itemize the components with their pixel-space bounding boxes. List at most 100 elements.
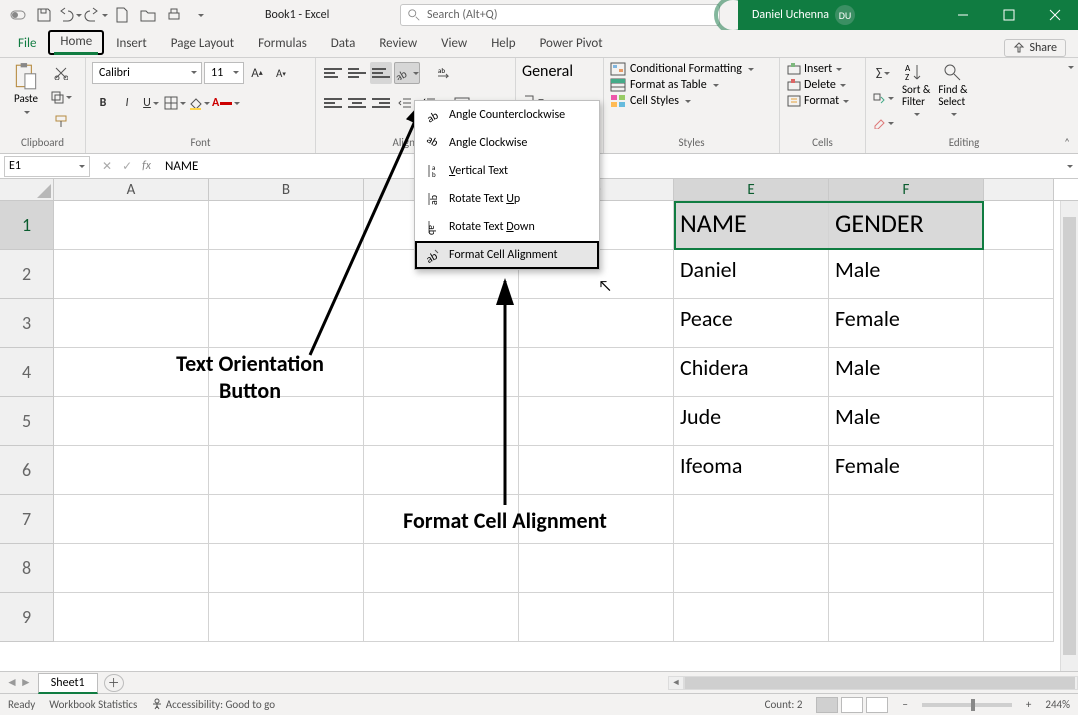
borders-button[interactable] — [164, 92, 186, 114]
row-6-header[interactable]: 6 — [0, 446, 54, 495]
avatar[interactable]: DU — [835, 5, 855, 25]
tab-data[interactable]: Data — [319, 32, 368, 57]
col-G[interactable] — [984, 179, 1054, 200]
format-as-table-button[interactable]: Format as Table — [610, 78, 754, 92]
close-button[interactable] — [1032, 0, 1078, 30]
paste-dropdown[interactable] — [22, 105, 30, 118]
sheet-nav-next[interactable]: ► — [20, 675, 32, 690]
page-layout-view-button[interactable] — [841, 697, 863, 713]
cancel-formula-icon[interactable]: ✕ — [102, 159, 112, 174]
row-8-header[interactable]: 8 — [0, 544, 54, 593]
zoom-in-button[interactable]: + — [1026, 698, 1031, 711]
cell-styles-button[interactable]: Cell Styles — [610, 94, 754, 108]
sheet-nav-prev[interactable]: ◄ — [6, 675, 18, 690]
decrease-indent-button[interactable] — [394, 92, 416, 114]
new-file-icon[interactable] — [110, 3, 134, 27]
hscroll-left[interactable]: ◄ — [668, 676, 684, 690]
tab-formulas[interactable]: Formulas — [246, 32, 319, 57]
qat-more[interactable] — [188, 3, 212, 27]
formula-input[interactable] — [161, 159, 1060, 174]
normal-view-button[interactable] — [816, 697, 838, 713]
align-center-button[interactable] — [346, 92, 368, 114]
vertical-scrollbar[interactable] — [1060, 201, 1078, 671]
expand-formula-bar[interactable] — [1060, 159, 1078, 173]
sort-filter-button[interactable]: AZ Sort &Filter — [902, 62, 930, 120]
row-7-header[interactable]: 7 — [0, 495, 54, 544]
tab-home[interactable]: Home — [48, 30, 104, 55]
share-button[interactable]: Share — [1004, 39, 1066, 57]
bold-button[interactable]: B — [92, 92, 114, 114]
horizontal-scrollbar[interactable]: ◄ ► — [668, 675, 1078, 691]
maximize-button[interactable] — [986, 0, 1032, 30]
copy-button[interactable] — [50, 86, 72, 108]
select-all-corner[interactable] — [0, 179, 54, 200]
align-middle-button[interactable] — [346, 62, 368, 84]
save-icon[interactable] — [32, 3, 56, 27]
worksheet-grid[interactable]: 1 NAME GENDER 2 Daniel Male 3 Peace Fema… — [0, 201, 1078, 671]
insert-function-icon[interactable]: fx — [142, 159, 151, 173]
font-color-button[interactable]: A — [212, 92, 240, 114]
row-4-header[interactable]: 4 — [0, 348, 54, 397]
row-3-header[interactable]: 3 — [0, 299, 54, 348]
collapse-ribbon-button[interactable]: ˄ — [1064, 136, 1070, 149]
page-break-view-button[interactable] — [866, 697, 888, 713]
orient-up[interactable]: abRotate Text Up — [415, 185, 599, 213]
zoom-percent[interactable]: 244% — [1045, 698, 1070, 711]
row-1-header[interactable]: 1 — [0, 201, 54, 250]
cell-A1[interactable] — [54, 201, 209, 250]
undo-button[interactable] — [58, 3, 82, 27]
find-select-button[interactable]: Find &Select — [938, 62, 967, 120]
redo-button[interactable] — [84, 3, 108, 27]
tab-review[interactable]: Review — [367, 32, 429, 57]
align-right-button[interactable] — [370, 92, 392, 114]
fill-button[interactable] — [872, 87, 894, 109]
row-9-header[interactable]: 9 — [0, 593, 54, 642]
cell-F6[interactable]: Female — [829, 446, 984, 495]
cell-E4[interactable]: Chidera — [674, 348, 829, 397]
sheet-tab-1[interactable]: Sheet1 — [38, 673, 98, 694]
tab-page-layout[interactable]: Page Layout — [159, 32, 246, 57]
paste-button[interactable]: Paste — [6, 62, 46, 118]
orient-vertical[interactable]: abVertical Text — [415, 157, 599, 185]
increase-font-button[interactable]: A▴ — [246, 62, 268, 84]
enter-formula-icon[interactable]: ✓ — [122, 159, 132, 174]
minimize-button[interactable] — [940, 0, 986, 30]
cell-F5[interactable]: Male — [829, 397, 984, 446]
cell-F2[interactable]: Male — [829, 250, 984, 299]
tab-help[interactable]: Help — [479, 32, 527, 57]
cell-F4[interactable]: Male — [829, 348, 984, 397]
number-format-combo[interactable]: General — [522, 62, 600, 81]
align-top-button[interactable] — [322, 62, 344, 84]
orient-ccw[interactable]: abAngle Counterclockwise — [415, 101, 599, 129]
zoom-slider[interactable] — [922, 703, 1012, 707]
underline-button[interactable]: U — [140, 92, 162, 114]
font-family-combo[interactable]: Calibri — [92, 62, 202, 84]
cell-E6[interactable]: Ifeoma — [674, 446, 829, 495]
insert-cells-button[interactable]: Insert — [786, 62, 849, 76]
tab-view[interactable]: View — [429, 32, 479, 57]
italic-button[interactable]: I — [116, 92, 138, 114]
print-icon[interactable] — [162, 3, 186, 27]
orient-cw[interactable]: abAngle Clockwise — [415, 129, 599, 157]
tab-file[interactable]: File — [6, 32, 48, 57]
col-F[interactable]: F — [829, 179, 984, 200]
tab-power-pivot[interactable]: Power Pivot — [528, 32, 615, 57]
search-box[interactable]: Search (Alt+Q) — [400, 4, 720, 26]
add-sheet-button[interactable]: ＋ — [104, 674, 124, 692]
status-workbook-stats[interactable]: Workbook Statistics — [49, 698, 137, 711]
autosum-button[interactable]: ∑ — [872, 62, 894, 84]
row-5-header[interactable]: 5 — [0, 397, 54, 446]
font-size-combo[interactable]: 11 — [204, 62, 244, 84]
cell-E3[interactable]: Peace — [674, 299, 829, 348]
row-2-header[interactable]: 2 — [0, 250, 54, 299]
align-left-button[interactable] — [322, 92, 344, 114]
align-bottom-button[interactable] — [370, 62, 392, 84]
autosave-toggle[interactable] — [6, 3, 30, 27]
conditional-formatting-button[interactable]: Conditional Formatting — [610, 62, 754, 76]
hscroll-thumb[interactable] — [685, 677, 1075, 689]
cell-E5[interactable]: Jude — [674, 397, 829, 446]
col-B[interactable]: B — [209, 179, 364, 200]
format-cells-button[interactable]: Format — [786, 94, 849, 108]
col-A[interactable]: A — [54, 179, 209, 200]
orientation-button[interactable]: ab — [394, 62, 420, 84]
